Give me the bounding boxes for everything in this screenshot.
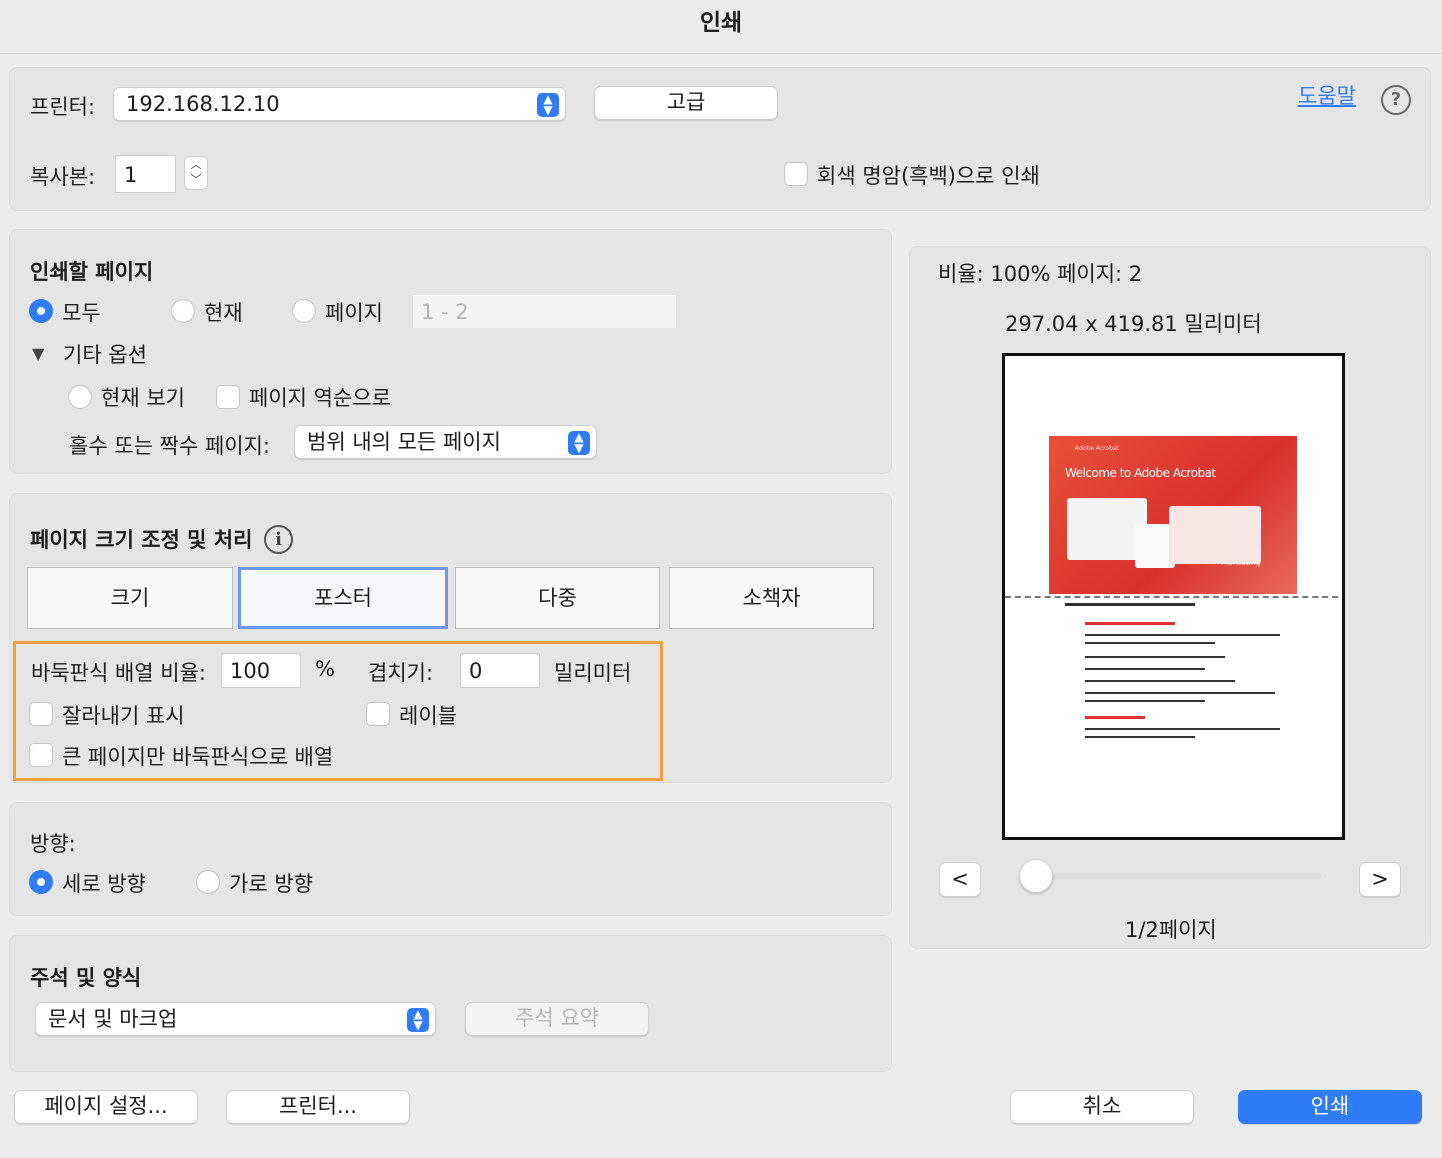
- cut-marks-checkbox[interactable]: [29, 702, 53, 726]
- odd-even-value: 범위 내의 모든 페이지: [307, 430, 501, 454]
- printer-label: 프린터:: [30, 95, 96, 119]
- radio-pages-label: 페이지: [325, 301, 383, 325]
- overlap-input[interactable]: 0: [460, 653, 540, 688]
- copies-value: 1: [124, 163, 138, 187]
- chevron-up-icon[interactable]: ︿: [191, 158, 202, 171]
- thumbnail-body-line: [1085, 680, 1235, 682]
- reverse-pages-checkbox[interactable]: [216, 385, 240, 409]
- tab-booklet[interactable]: 소책자: [669, 567, 874, 629]
- radio-current-view[interactable]: [68, 385, 92, 409]
- copies-stepper[interactable]: ︿ ﹀: [184, 156, 208, 190]
- summarize-comments-button[interactable]: 주석 요약: [465, 1002, 649, 1036]
- thumbnail-body-line: [1085, 728, 1280, 730]
- thumbnail-banner: Adobe Acrobat Welcome to Adobe Acrobat M…: [1049, 436, 1297, 594]
- reverse-pages-label: 페이지 역순으로: [249, 386, 391, 410]
- thumbnail-body-line: [1085, 736, 1195, 738]
- grayscale-label: 회색 명암(흑백)으로 인쇄: [817, 164, 1040, 188]
- preview-page: Adobe Acrobat Welcome to Adobe Acrobat M…: [1002, 353, 1345, 840]
- thumbnail-card: [1169, 506, 1261, 564]
- prev-page-button[interactable]: <: [939, 862, 981, 897]
- tab-multiple[interactable]: 다중: [455, 567, 660, 629]
- odd-even-select[interactable]: 범위 내의 모든 페이지 ▲ ▼: [294, 425, 597, 459]
- labels-checkbox[interactable]: [366, 702, 390, 726]
- thumbnail-body-line: [1085, 700, 1205, 702]
- preview-dimensions: 297.04 x 419.81 밀리미터: [1005, 312, 1262, 336]
- printer-button[interactable]: 프린터...: [226, 1090, 410, 1124]
- radio-current-label: 현재: [204, 301, 243, 325]
- select-arrows-icon: ▲ ▼: [537, 93, 559, 117]
- cut-marks-label: 잘라내기 표시: [62, 704, 185, 728]
- page-sizing-title: 페이지 크기 조정 및 처리: [30, 528, 253, 552]
- radio-landscape-label: 가로 방향: [229, 872, 313, 896]
- thumbnail-body-line: [1085, 668, 1205, 670]
- more-options-label[interactable]: 기타 옵션: [63, 339, 147, 369]
- page-slider-thumb[interactable]: [1019, 859, 1053, 893]
- thumbnail-body-line: [1085, 622, 1175, 625]
- radio-all[interactable]: [29, 299, 53, 323]
- thumbnail-tag: Marketing: [1221, 558, 1261, 567]
- radio-portrait-label: 세로 방향: [62, 872, 146, 896]
- odd-even-label: 홀수 또는 짝수 페이지:: [69, 434, 270, 458]
- thumbnail-banner-text: Welcome to Adobe Acrobat: [1065, 466, 1216, 480]
- thumbnail-body-line: [1085, 692, 1275, 694]
- print-button[interactable]: 인쇄: [1238, 1090, 1422, 1124]
- comments-forms-value: 문서 및 마크업: [48, 1007, 178, 1031]
- overlap-label: 겹치기:: [368, 661, 434, 685]
- thumbnail-body-line: [1085, 716, 1145, 719]
- page-slider-track[interactable]: [1035, 873, 1321, 879]
- comments-forms-title: 주석 및 양식: [30, 966, 142, 990]
- cancel-button[interactable]: 취소: [1010, 1090, 1194, 1124]
- current-view-label: 현재 보기: [101, 386, 185, 410]
- question-circle-icon[interactable]: ?: [1381, 85, 1411, 115]
- thumbnail-body-line: [1085, 642, 1215, 644]
- comments-forms-select[interactable]: 문서 및 마크업 ▲ ▼: [35, 1002, 436, 1036]
- tile-large-only-checkbox[interactable]: [29, 743, 53, 767]
- thumbnail-body-line: [1065, 603, 1195, 606]
- pages-to-print-title: 인쇄할 페이지: [30, 260, 154, 284]
- advanced-button[interactable]: 고급: [594, 86, 778, 120]
- window-title: 인쇄: [0, 0, 1442, 54]
- tab-size[interactable]: 크기: [27, 567, 233, 629]
- orientation-title: 방향:: [30, 832, 76, 856]
- printer-select-value: 192.168.12.10: [126, 92, 280, 116]
- page-indicator: 1/2페이지: [1125, 918, 1217, 942]
- printer-select[interactable]: 192.168.12.10 ▲ ▼: [113, 87, 566, 121]
- triangle-down-icon[interactable]: ▼: [32, 344, 44, 363]
- orientation-group: [9, 802, 892, 916]
- thumbnail-body-line: [1085, 634, 1280, 636]
- select-arrows-icon: ▲ ▼: [407, 1008, 429, 1032]
- select-arrows-icon: ▲ ▼: [568, 431, 590, 455]
- tile-scale-unit: %: [315, 657, 335, 681]
- overlap-value: 0: [469, 659, 483, 683]
- thumbnail-body-line: [1085, 656, 1225, 658]
- overlap-unit: 밀리미터: [554, 661, 632, 685]
- page-range-placeholder: 1 - 2: [421, 300, 469, 324]
- radio-pages[interactable]: [292, 299, 316, 323]
- grayscale-checkbox[interactable]: [784, 162, 808, 186]
- preview-scale-text: 비율: 100% 페이지: 2: [938, 262, 1143, 286]
- tab-poster[interactable]: 포스터: [238, 567, 448, 629]
- info-icon[interactable]: i: [264, 525, 293, 554]
- chevron-down-icon[interactable]: ﹀: [191, 173, 202, 186]
- copies-input[interactable]: 1: [115, 155, 176, 193]
- radio-landscape[interactable]: [196, 870, 220, 894]
- page-setup-button[interactable]: 페이지 설정...: [14, 1090, 198, 1124]
- radio-portrait[interactable]: [29, 870, 53, 894]
- tile-large-only-label: 큰 페이지만 바둑판식으로 배열: [62, 745, 334, 769]
- copies-label: 복사본:: [30, 165, 96, 189]
- tile-scale-input[interactable]: 100: [221, 653, 301, 688]
- thumbnail-brand: Adobe Acrobat: [1075, 445, 1120, 452]
- page-range-input[interactable]: 1 - 2: [412, 294, 677, 329]
- tile-divider: [1005, 596, 1342, 598]
- radio-all-label: 모두: [62, 301, 101, 325]
- tile-scale-value: 100: [230, 659, 271, 683]
- radio-current[interactable]: [171, 299, 195, 323]
- next-page-button[interactable]: >: [1359, 862, 1401, 897]
- tile-scale-label: 바둑판식 배열 비율:: [31, 661, 206, 685]
- labels-label: 레이블: [399, 704, 457, 728]
- help-link[interactable]: 도움말: [1298, 80, 1356, 110]
